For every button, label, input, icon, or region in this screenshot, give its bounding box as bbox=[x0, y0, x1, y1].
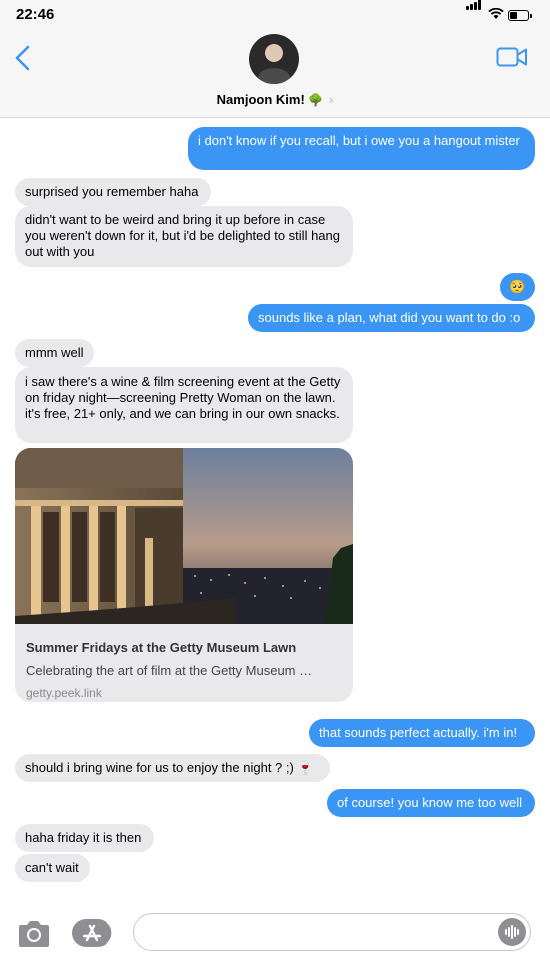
link-preview-image bbox=[15, 448, 353, 624]
chevron-right-icon: › bbox=[328, 92, 334, 107]
message-bubble-incoming[interactable]: i saw there's a wine & film screening ev… bbox=[15, 367, 353, 443]
app-store-icon[interactable] bbox=[71, 918, 113, 948]
camera-icon[interactable] bbox=[16, 920, 52, 948]
contact-name-label: Namjoon Kim! bbox=[216, 92, 305, 107]
message-input[interactable] bbox=[133, 913, 531, 951]
contact-name[interactable]: Namjoon Kim! 🌳 › bbox=[0, 92, 550, 107]
chevron-left-icon[interactable] bbox=[12, 44, 36, 72]
message-bubble-incoming[interactable]: mmm well bbox=[15, 339, 94, 367]
message-bubble-incoming[interactable]: surprised you remember haha bbox=[15, 178, 211, 206]
link-preview-title: Summer Fridays at the Getty Museum Lawn bbox=[26, 640, 297, 655]
link-preview-url: getty.peek.link bbox=[26, 686, 102, 700]
wifi-icon bbox=[488, 8, 504, 19]
status-time: 22:46 bbox=[16, 6, 55, 23]
message-text: mmm well bbox=[25, 345, 84, 360]
video-camera-icon[interactable] bbox=[496, 46, 528, 68]
message-text: i don't know if you recall, but i owe yo… bbox=[198, 133, 520, 148]
message-text: didn't want to be weird and bring it up … bbox=[25, 212, 340, 259]
link-preview-description: Celebrating the art of film at the Getty… bbox=[26, 663, 313, 678]
message-bubble-outgoing[interactable]: that sounds perfect actually. i'm in! bbox=[309, 719, 535, 747]
status-icons bbox=[466, 0, 536, 22]
message-text: i saw there's a wine & film screening ev… bbox=[25, 374, 341, 421]
message-text: surprised you remember haha bbox=[25, 184, 199, 199]
message-bubble-outgoing[interactable]: sounds like a plan, what did you want to… bbox=[248, 304, 535, 332]
audio-waveform-icon[interactable] bbox=[498, 918, 526, 946]
message-text: haha friday it is then bbox=[25, 830, 142, 845]
message-text: of course! you know me too well bbox=[337, 795, 522, 810]
contact-avatar[interactable] bbox=[249, 34, 299, 84]
battery-icon bbox=[508, 10, 532, 21]
tree-emoji: 🌳 bbox=[308, 93, 324, 107]
message-bubble-incoming[interactable]: should i bring wine for us to enjoy the … bbox=[15, 754, 330, 782]
pleading-face-emoji: 🥺 bbox=[509, 279, 526, 294]
message-text: sounds like a plan, what did you want to… bbox=[258, 310, 521, 325]
message-text: should i bring wine for us to enjoy the … bbox=[25, 760, 314, 775]
message-bubble-incoming[interactable]: didn't want to be weird and bring it up … bbox=[15, 206, 353, 267]
message-bubble-outgoing[interactable]: i don't know if you recall, but i owe yo… bbox=[188, 127, 535, 170]
link-preview-card[interactable]: Summer Fridays at the Getty Museum Lawn … bbox=[15, 448, 353, 702]
conversation-header: 22:46 Namjoon Kim! 🌳 › bbox=[0, 0, 550, 118]
message-bubble-incoming[interactable]: can't wait bbox=[15, 854, 90, 882]
message-text: can't wait bbox=[25, 860, 79, 875]
message-bubble-incoming[interactable]: haha friday it is then bbox=[15, 824, 154, 852]
message-text: that sounds perfect actually. i'm in! bbox=[319, 725, 518, 740]
message-bubble-outgoing[interactable]: of course! you know me too well bbox=[327, 789, 535, 817]
message-bubble-outgoing[interactable]: 🥺 bbox=[500, 273, 535, 301]
